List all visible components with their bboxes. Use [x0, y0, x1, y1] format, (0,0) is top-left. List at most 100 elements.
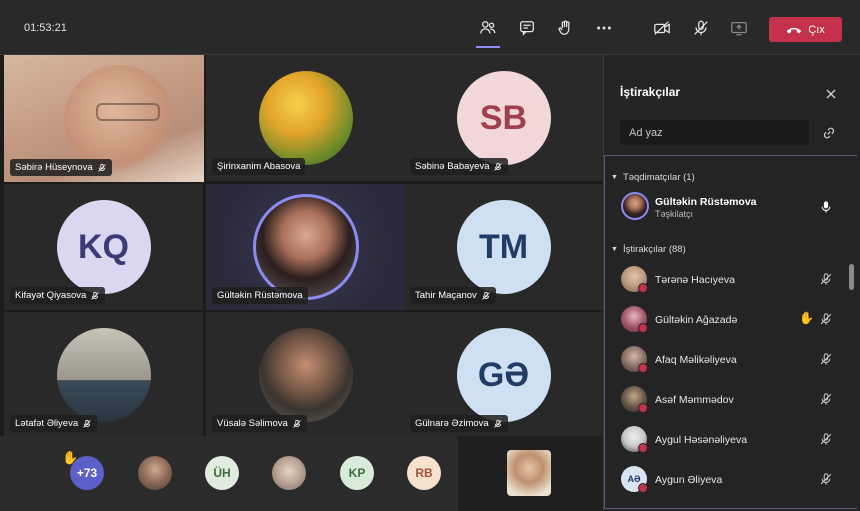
presenter-row[interactable]: Gültəkin Rüstəmova Təşkilatçı	[621, 192, 841, 226]
mic-off-icon	[292, 419, 301, 428]
mic-off-icon	[91, 291, 100, 300]
list-scrollbar[interactable]	[849, 264, 854, 290]
participant-name: Şirinxanim Abasova	[217, 161, 301, 172]
video-tile[interactable]: Şirinxanim Abasova	[206, 55, 405, 181]
participant-name-tag: Şirinxanim Abasova	[212, 158, 306, 175]
participant-name: Tahir Maçanov	[415, 290, 477, 301]
raised-hand-icon: ✋	[62, 450, 79, 465]
meeting-toolbar: 01:53:21 Çıx	[0, 0, 860, 55]
share-link-icon[interactable]	[822, 126, 836, 140]
more-actions-button[interactable]	[592, 16, 616, 40]
attendee-name: Asəf Məmmədov	[655, 394, 734, 406]
participants-panel: İştirakçılar ▼ Təqdimatçılar (1) Gültəki…	[603, 55, 860, 511]
status-dot	[638, 403, 648, 413]
strip-avatar-photo[interactable]	[272, 456, 306, 490]
strip-avatar-initials[interactable]: RB	[407, 456, 441, 490]
video-tile[interactable]: TM Tahir Maçanov	[404, 184, 603, 310]
raise-hand-button[interactable]	[553, 16, 577, 40]
mic-off-icon	[820, 273, 832, 285]
mic-off-icon	[820, 313, 832, 325]
mic-off-icon	[494, 162, 503, 171]
participant-name-tag: Tahir Maçanov	[410, 287, 496, 304]
self-preview[interactable]	[507, 450, 551, 496]
glasses-shape	[96, 103, 160, 121]
participant-avatar-initials: TM	[456, 200, 551, 294]
video-tile[interactable]: SB Səbinə Babayeva	[404, 55, 603, 181]
mic-off-icon	[481, 291, 490, 300]
close-icon[interactable]	[824, 87, 838, 101]
presenter-role: Təşkilatçı	[655, 209, 694, 219]
meeting-timer: 01:53:21	[24, 22, 67, 34]
attendees-section-header[interactable]: ▼ İştirakçılar (88)	[611, 244, 686, 255]
presenter-avatar	[621, 192, 649, 220]
people-icon	[480, 21, 496, 34]
chevron-down-icon: ▼	[611, 174, 618, 181]
attendee-name: Aygun Əliyeva	[655, 474, 723, 486]
participant-search-input[interactable]	[620, 120, 809, 145]
mic-off-icon	[97, 163, 106, 172]
attendee-row[interactable]: AƏ Aygun Əliyeva	[621, 466, 841, 496]
hand-icon	[558, 20, 570, 35]
participant-avatar-initials: KQ	[56, 200, 151, 294]
participants-button[interactable]	[476, 16, 500, 48]
status-dot	[638, 483, 648, 493]
share-screen-button[interactable]	[727, 16, 751, 40]
attendee-row[interactable]: Asəf Məmmədov	[621, 386, 841, 416]
attendee-row[interactable]: Aygul Həsənəliyeva	[621, 426, 841, 456]
attendee-row[interactable]: Gültəkin Ağazadə ✋	[621, 306, 841, 336]
attendee-initials: AƏ	[627, 474, 641, 484]
participant-list: ▼ Təqdimatçılar (1) Gültəkin Rüstəmova T…	[604, 155, 857, 509]
leave-button[interactable]: Çıx	[769, 17, 842, 42]
attendee-row[interactable]: Tərənə Hacıyeva	[621, 266, 841, 296]
participant-avatar-initials: SB	[456, 71, 551, 165]
attendee-avatar: AƏ	[621, 466, 648, 493]
video-tile[interactable]: Səbirə Hüseynova	[4, 55, 204, 182]
strip-avatar-photo[interactable]	[138, 456, 172, 490]
share-screen-icon	[731, 21, 747, 36]
video-tile[interactable]: KQ Kifayət Qiyasova	[4, 184, 203, 310]
video-tile[interactable]: Vüsalə Səlimova	[206, 312, 405, 438]
mic-off-icon	[493, 419, 502, 428]
participant-name-tag: Səbirə Hüseynova	[10, 159, 112, 176]
camera-toggle-button[interactable]	[650, 16, 674, 40]
strip-avatar-initials[interactable]: KP	[340, 456, 374, 490]
raised-hand-icon: ✋	[799, 311, 814, 325]
presenters-section-header[interactable]: ▼ Təqdimatçılar (1)	[611, 172, 695, 183]
participant-name: Gülnarə Əzimova	[415, 418, 489, 429]
hang-up-icon	[787, 27, 802, 33]
leave-button-label: Çıx	[808, 23, 825, 36]
participant-name-tag: Vüsalə Səlimova	[212, 415, 307, 432]
section-label: Təqdimatçılar (1)	[622, 172, 695, 183]
mic-off-icon	[694, 20, 708, 36]
status-dot	[638, 443, 648, 453]
attendee-row[interactable]: Afaq Məlikəliyeva	[621, 346, 841, 376]
mic-off-icon	[820, 473, 832, 485]
mic-toggle-button[interactable]	[689, 16, 713, 40]
participant-name: Kifayət Qiyasova	[15, 290, 87, 301]
attendee-name: Aygul Həsənəliyeva	[655, 434, 748, 446]
mic-off-icon	[820, 433, 832, 445]
chat-icon	[520, 21, 534, 36]
participant-name-tag: Lətafət Əliyeva	[10, 415, 98, 432]
overflow-count: +73	[76, 466, 98, 480]
section-label: İştirakçılar (88)	[622, 244, 686, 255]
video-tile[interactable]: GƏ Gülnarə Əzimova	[404, 312, 603, 438]
participant-name: Gültəkin Rüstəmova	[217, 290, 303, 301]
attendee-avatar	[621, 306, 648, 333]
attendee-name: Tərənə Hacıyeva	[655, 274, 735, 286]
mic-off-icon	[820, 353, 832, 365]
chat-button[interactable]	[515, 16, 539, 40]
strip-avatar-initials[interactable]: ÜH	[205, 456, 239, 490]
status-dot	[638, 323, 648, 333]
video-grid: Səbirə Hüseynova Şirinxanim Abasova SB S…	[0, 55, 603, 438]
video-tile-active-speaker[interactable]: Gültəkin Rüstəmova	[206, 184, 405, 310]
video-tile[interactable]: Lətafət Əliyeva	[4, 312, 203, 438]
participant-avatar-initials: GƏ	[456, 328, 551, 422]
participant-avatar-photo	[56, 328, 151, 422]
more-icon	[597, 26, 611, 30]
overflow-participants-panel: +73 ✋ ÜH KP RB	[0, 436, 458, 511]
participant-name: Lətafət Əliyeva	[15, 418, 79, 429]
participant-name-tag: Kifayət Qiyasova	[10, 287, 106, 304]
participant-avatar-photo	[258, 328, 353, 422]
attendee-avatar	[621, 346, 648, 373]
